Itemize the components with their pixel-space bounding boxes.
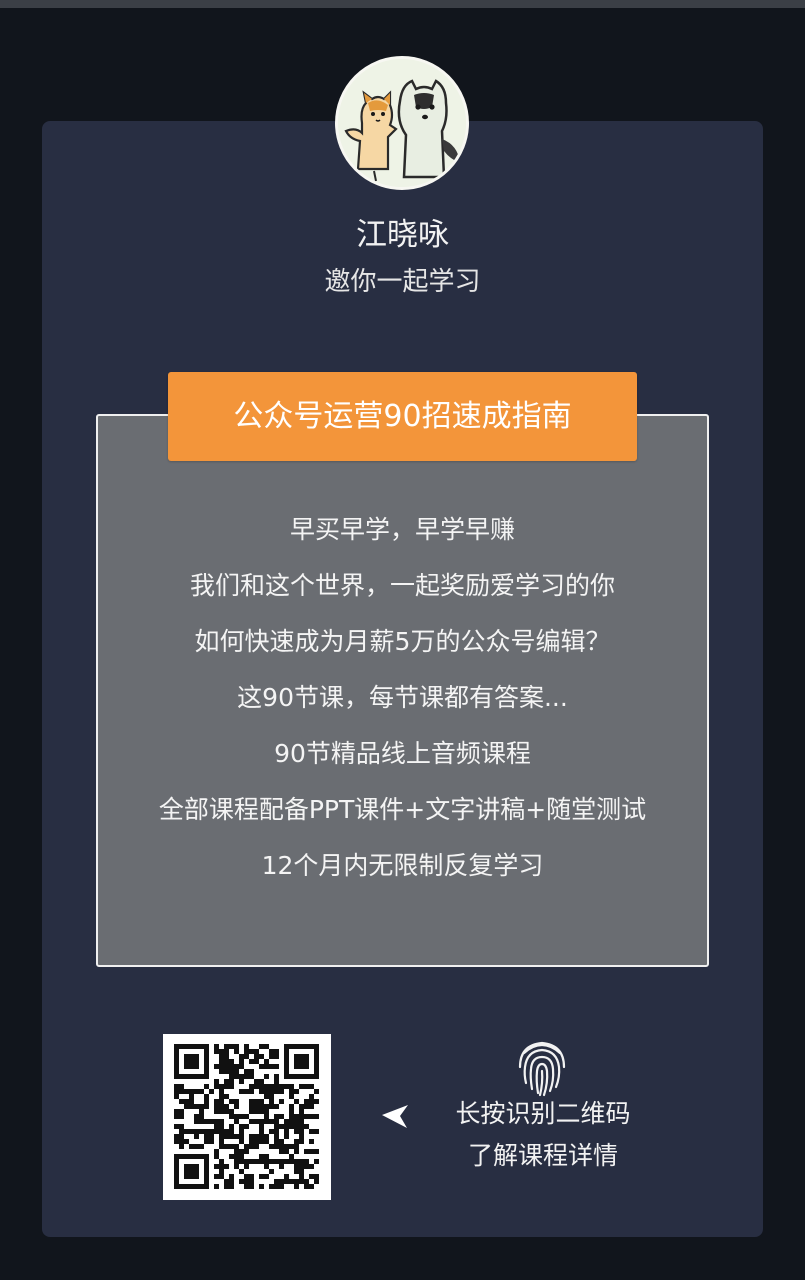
fingerprint-icon[interactable] <box>510 1033 574 1097</box>
course-feature-list: 早买早学，早学早赚 我们和这个世界，一起奖励爱学习的你 如何快速成为月薪5万的公… <box>96 505 709 897</box>
status-bar <box>0 0 805 8</box>
arrow-left-icon <box>382 1105 408 1128</box>
qr-hint-line2: 了解课程详情 <box>467 1141 618 1170</box>
course-feature: 如何快速成为月薪5万的公众号编辑？ <box>194 627 611 656</box>
course-title: 公众号运营90招速成指南 <box>168 372 637 461</box>
avatar <box>335 56 469 190</box>
qr-hint: 长按识别二维码 了解课程详情 <box>430 1093 656 1177</box>
course-feature: 全部课程配备PPT课件+文字讲稿+随堂测试 <box>158 795 647 824</box>
qr-code[interactable] <box>163 1034 331 1200</box>
user-name: 江晓咏 <box>356 217 449 253</box>
course-feature: 早买早学，早学早赚 <box>289 515 515 544</box>
course-feature: 12个月内无限制反复学习 <box>261 851 544 880</box>
invite-text: 邀你一起学习 <box>324 267 481 297</box>
course-feature: 我们和这个世界，一起奖励爱学习的你 <box>189 571 615 600</box>
course-feature: 这90节课，每节课都有答案... <box>237 683 568 712</box>
qr-hint-line1: 长按识别二维码 <box>455 1099 631 1128</box>
course-feature: 90节精品线上音频课程 <box>274 739 531 768</box>
